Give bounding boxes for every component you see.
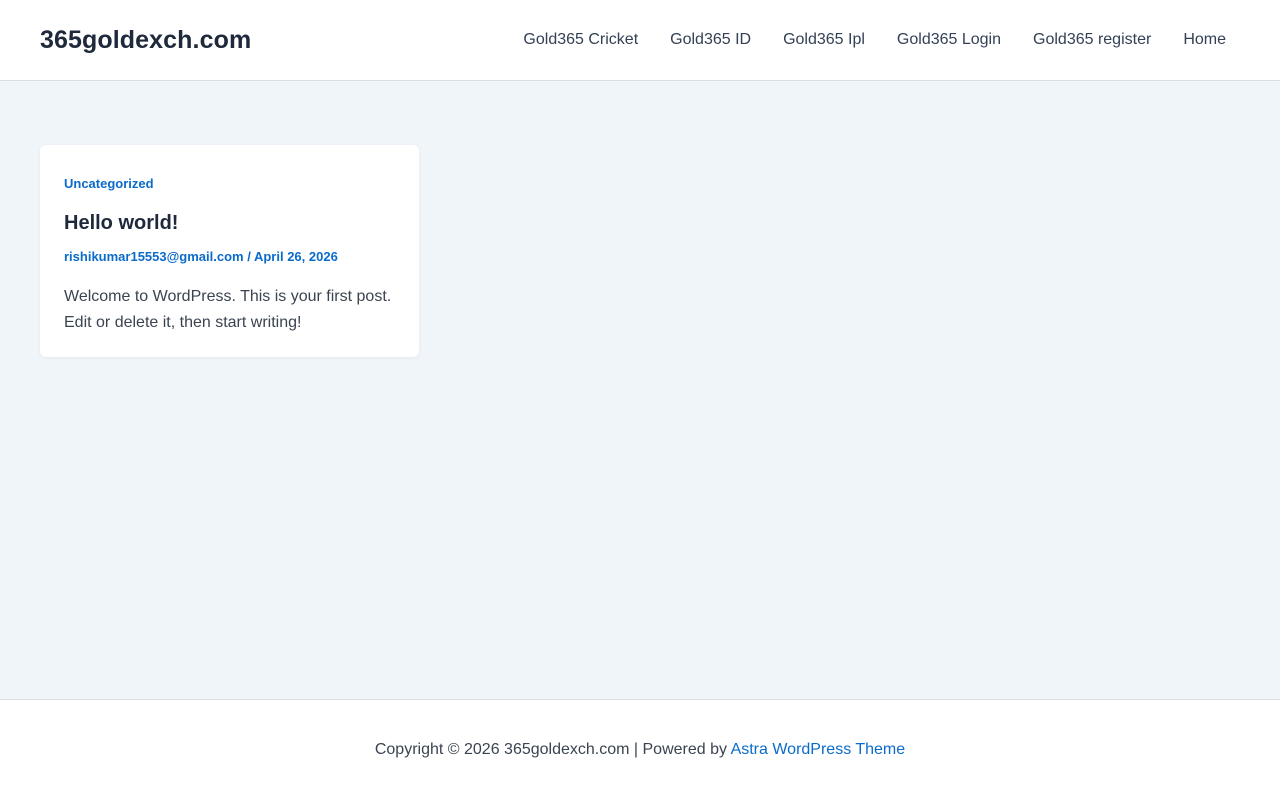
nav-item-home[interactable]: Home (1167, 0, 1242, 80)
footer-copyright: Copyright © 2026 365goldexch.com | Power… (375, 741, 905, 759)
nav-item-gold365-id[interactable]: Gold365 ID (654, 0, 767, 80)
nav-item-gold365-ipl[interactable]: Gold365 Ipl (767, 0, 881, 80)
post-category-link[interactable]: Uncategorized (64, 176, 154, 191)
post-card: Uncategorized Hello world! rishikumar155… (40, 145, 419, 357)
post-excerpt: Welcome to WordPress. This is your first… (64, 287, 392, 331)
primary-navigation: Gold365 Cricket Gold365 ID Gold365 Ipl G… (507, 0, 1242, 80)
footer-copyright-text: Copyright © 2026 365goldexch.com | Power… (374, 741, 731, 758)
site-footer: Copyright © 2026 365goldexch.com | Power… (0, 699, 1280, 800)
post-title-link[interactable]: Hello world! (64, 211, 395, 235)
post-author-link[interactable]: rishikumar15553@gmail.com (64, 249, 244, 264)
post-meta: rishikumar15553@gmail.com / April 26, 20… (64, 249, 395, 266)
nav-item-gold365-register[interactable]: Gold365 register (1017, 0, 1167, 80)
nav-item-gold365-cricket[interactable]: Gold365 Cricket (507, 0, 654, 80)
post-meta-separator: / (243, 249, 254, 264)
post-date-link[interactable]: April 26, 2026 (254, 249, 338, 264)
nav-item-gold365-login[interactable]: Gold365 Login (881, 0, 1017, 80)
site-header: 365goldexch.com Gold365 Cricket Gold365 … (0, 0, 1280, 81)
site-title-link[interactable]: 365goldexch.com (40, 26, 251, 55)
footer-theme-link[interactable]: Astra WordPress Theme (731, 741, 906, 758)
main-content: Uncategorized Hello world! rishikumar155… (0, 81, 1280, 699)
